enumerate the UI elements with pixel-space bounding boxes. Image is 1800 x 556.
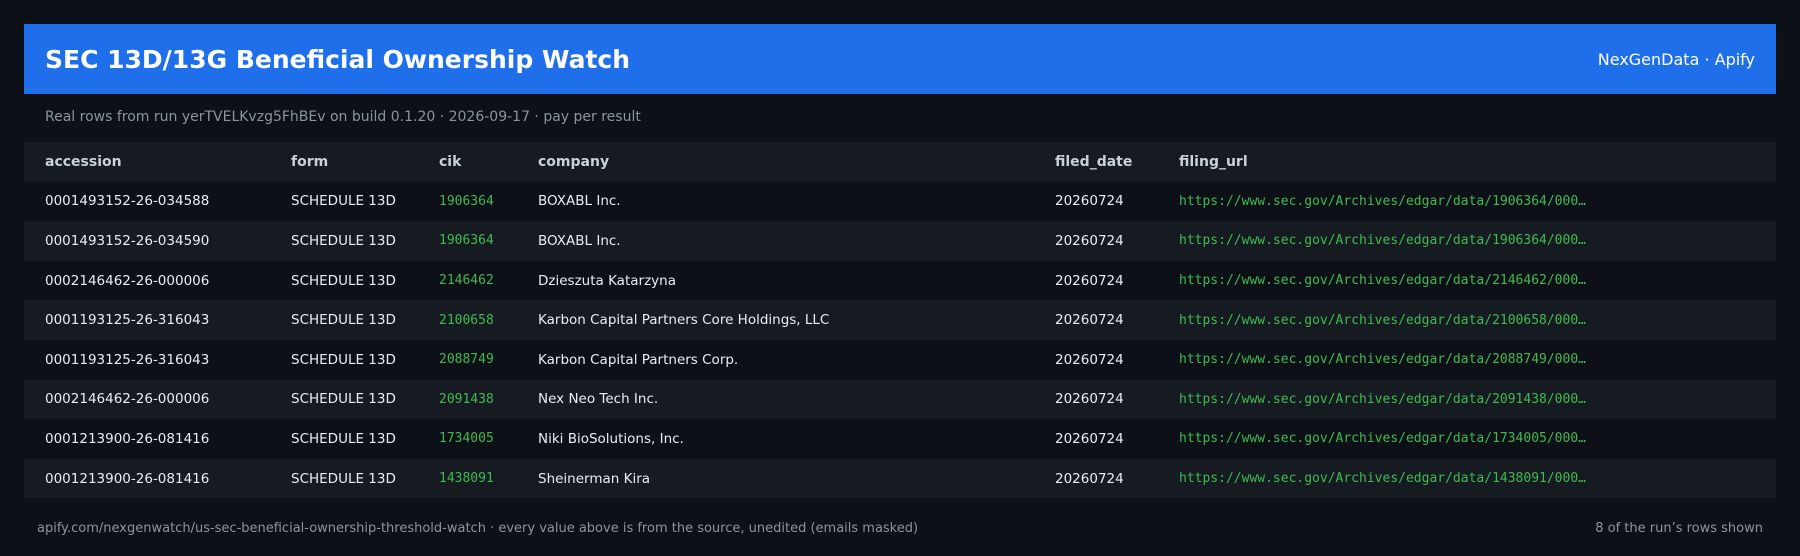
column-header-form[interactable]: form [270, 142, 418, 182]
cell-filed-date: 20260724 [1034, 419, 1158, 459]
cell-filing-url-link[interactable]: https://www.sec.gov/Archives/edgar/data/… [1158, 458, 1776, 499]
table-row: 0002146462-26-000006 SCHEDULE 13D 214646… [24, 260, 1776, 301]
cell-cik: 1438091 [418, 458, 517, 499]
cell-form: SCHEDULE 13D [270, 300, 418, 340]
cell-filing-url-link[interactable]: https://www.sec.gov/Archives/edgar/data/… [1158, 260, 1776, 301]
cell-form: SCHEDULE 13D [270, 419, 418, 459]
run-subtitle: Real rows from run yerTVELKvzg5FhBEv on … [45, 109, 641, 125]
cell-accession: 0001213900-26-081416 [24, 419, 270, 459]
footer-source-note: apify.com/nexgenwatch/us-sec-beneficial-… [37, 521, 919, 536]
cell-company: Dzieszuta Katarzyna [517, 260, 1034, 301]
cell-company: Niki BioSolutions, Inc. [517, 419, 1034, 459]
cell-filing-url-link[interactable]: https://www.sec.gov/Archives/edgar/data/… [1158, 379, 1776, 420]
cell-filing-url-link[interactable]: https://www.sec.gov/Archives/edgar/data/… [1158, 339, 1776, 380]
cell-cik: 2091438 [418, 379, 517, 420]
cell-filed-date: 20260724 [1034, 300, 1158, 340]
cell-cik: 1906364 [418, 181, 517, 222]
cell-filing-url-link[interactable]: https://www.sec.gov/Archives/edgar/data/… [1158, 300, 1776, 340]
cell-filed-date: 20260724 [1034, 221, 1158, 261]
table-row: 0001193125-26-316043 SCHEDULE 13D 210065… [24, 300, 1776, 340]
cell-form: SCHEDULE 13D [270, 339, 418, 380]
cell-company: Nex Neo Tech Inc. [517, 379, 1034, 420]
table-row: 0001493152-26-034590 SCHEDULE 13D 190636… [24, 221, 1776, 261]
brand-label: NexGenData · Apify [1597, 49, 1755, 69]
cell-accession: 0001193125-26-316043 [24, 300, 270, 340]
filings-table: accession form cik company filed_date fi… [24, 142, 1776, 499]
cell-cik: 2100658 [418, 300, 517, 340]
cell-company: BOXABL Inc. [517, 221, 1034, 261]
table-row: 0001213900-26-081416 SCHEDULE 13D 173400… [24, 419, 1776, 459]
table-header-row: accession form cik company filed_date fi… [24, 142, 1776, 182]
cell-form: SCHEDULE 13D [270, 379, 418, 420]
cell-cik: 1906364 [418, 221, 517, 261]
cell-company: BOXABL Inc. [517, 181, 1034, 222]
cell-filed-date: 20260724 [1034, 339, 1158, 380]
cell-filing-url-link[interactable]: https://www.sec.gov/Archives/edgar/data/… [1158, 419, 1776, 459]
column-header-filing-url[interactable]: filing_url [1158, 142, 1776, 182]
table-row: 0002146462-26-000006 SCHEDULE 13D 209143… [24, 379, 1776, 420]
cell-cik: 1734005 [418, 419, 517, 459]
page-title: SEC 13D/13G Beneficial Ownership Watch [45, 44, 631, 74]
cell-accession: 0002146462-26-000006 [24, 260, 270, 301]
cell-form: SCHEDULE 13D [270, 181, 418, 222]
cell-company: Karbon Capital Partners Corp. [517, 339, 1034, 380]
table-row: 0001193125-26-316043 SCHEDULE 13D 208874… [24, 339, 1776, 380]
cell-cik: 2088749 [418, 339, 517, 380]
footer-row-count: 8 of the run’s rows shown [1595, 521, 1763, 536]
cell-filed-date: 20260724 [1034, 260, 1158, 301]
column-header-cik[interactable]: cik [418, 142, 517, 182]
cell-filed-date: 20260724 [1034, 379, 1158, 420]
cell-company: Karbon Capital Partners Core Holdings, L… [517, 300, 1034, 340]
cell-accession: 0001493152-26-034590 [24, 221, 270, 261]
cell-form: SCHEDULE 13D [270, 221, 418, 261]
cell-cik: 2146462 [418, 260, 517, 301]
cell-filing-url-link[interactable]: https://www.sec.gov/Archives/edgar/data/… [1158, 221, 1776, 261]
cell-form: SCHEDULE 13D [270, 458, 418, 499]
cell-filing-url-link[interactable]: https://www.sec.gov/Archives/edgar/data/… [1158, 181, 1776, 222]
cell-form: SCHEDULE 13D [270, 260, 418, 301]
table-row: 0001213900-26-081416 SCHEDULE 13D 143809… [24, 458, 1776, 499]
cell-accession: 0001213900-26-081416 [24, 458, 270, 499]
cell-filed-date: 20260724 [1034, 181, 1158, 222]
table-row: 0001493152-26-034588 SCHEDULE 13D 190636… [24, 181, 1776, 222]
cell-accession: 0001493152-26-034588 [24, 181, 270, 222]
cell-filed-date: 20260724 [1034, 458, 1158, 499]
cell-company: Sheinerman Kira [517, 458, 1034, 499]
column-header-filed-date[interactable]: filed_date [1034, 142, 1158, 182]
column-header-accession[interactable]: accession [24, 142, 270, 182]
column-header-company[interactable]: company [517, 142, 1034, 182]
cell-accession: 0002146462-26-000006 [24, 379, 270, 420]
header-bar: SEC 13D/13G Beneficial Ownership Watch N… [24, 24, 1776, 94]
cell-accession: 0001193125-26-316043 [24, 339, 270, 380]
